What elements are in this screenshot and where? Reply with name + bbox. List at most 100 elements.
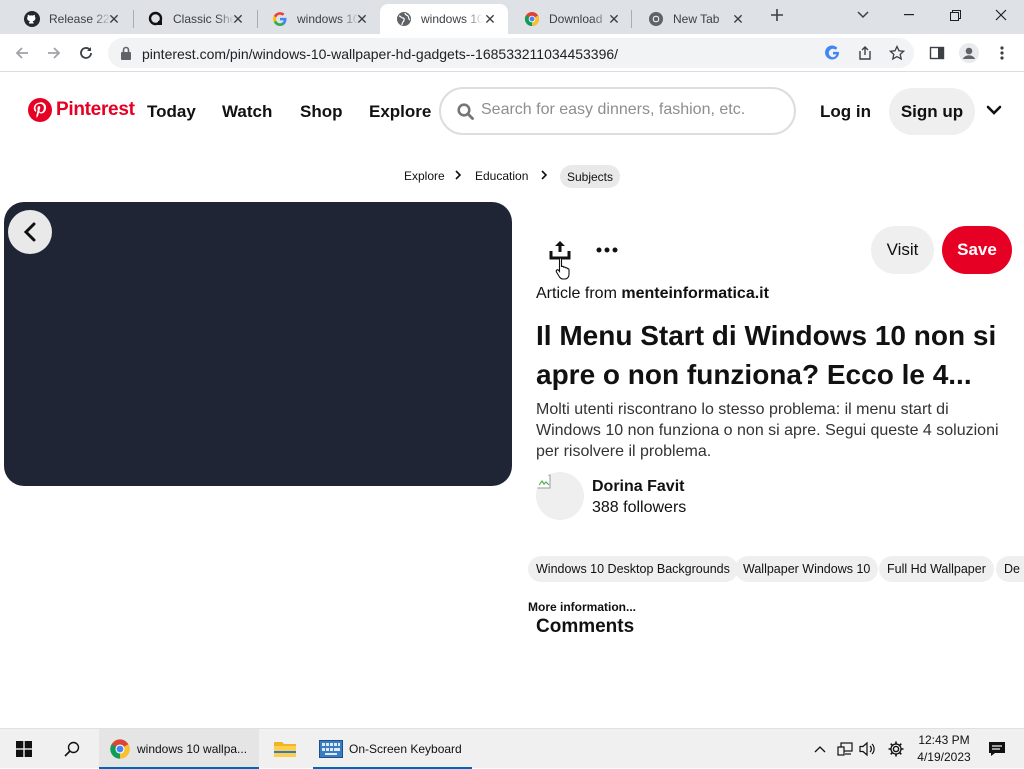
url-text: pinterest.com/pin/windows-10-wallpaper-h… <box>142 46 619 62</box>
back-button[interactable] <box>8 210 52 254</box>
browser-tab-release[interactable]: Release 22.0 ✕ <box>8 4 132 34</box>
browser-tab-strip: Release 22.0 ✕ Classic Shell ✕ windows 1… <box>0 0 1024 34</box>
minimize-window-icon[interactable] <box>886 0 932 30</box>
chevron-right-icon <box>540 170 548 180</box>
broken-image-icon <box>536 474 552 490</box>
google-icon <box>272 11 288 27</box>
more-information-link[interactable]: More information... <box>528 600 636 614</box>
windows-start-icon[interactable] <box>0 729 48 769</box>
pin-image[interactable] <box>4 202 512 486</box>
address-bar[interactable]: pinterest.com/pin/windows-10-wallpaper-h… <box>108 38 914 68</box>
close-tab-icon[interactable]: ✕ <box>106 11 122 27</box>
creator-name[interactable]: Dorina Favit <box>592 478 684 496</box>
nav-today[interactable]: Today <box>147 102 196 122</box>
nav-explore[interactable]: Explore <box>369 102 431 122</box>
tag-chip[interactable]: Full Hd Wallpaper <box>879 556 994 582</box>
keyboard-icon <box>319 740 343 758</box>
search-box[interactable] <box>439 87 796 135</box>
browser-menu-icon[interactable] <box>988 39 1016 67</box>
logo-text: Pinterest <box>56 99 135 120</box>
system-clock[interactable]: 12:43 PM 4/19/2023 <box>912 732 976 766</box>
browser-tab-new-tab[interactable]: New Tab ✕ <box>632 4 756 34</box>
nav-shop[interactable]: Shop <box>300 102 343 122</box>
tray-chevron-up-icon[interactable] <box>810 729 830 769</box>
bookmark-star-icon[interactable] <box>883 39 911 67</box>
close-tab-icon[interactable]: ✕ <box>230 11 246 27</box>
windows-taskbar: windows 10 wallpa... On-Screen Keyboard … <box>0 728 1024 769</box>
taskbar-on-screen-keyboard[interactable]: On-Screen Keyboard <box>313 729 472 769</box>
nav-watch[interactable]: Watch <box>222 102 272 122</box>
article-source-link[interactable]: menteinformatica.it <box>621 285 769 302</box>
classic-shell-icon <box>148 11 164 27</box>
close-tab-icon[interactable]: ✕ <box>606 11 622 27</box>
clock-date: 4/19/2023 <box>917 750 971 764</box>
login-button[interactable]: Log in <box>820 102 871 122</box>
new-tab-icon[interactable] <box>762 0 792 30</box>
google-lens-icon[interactable] <box>819 39 847 67</box>
tag-chip[interactable]: Wallpaper Windows 10 <box>735 556 879 582</box>
side-panel-icon[interactable] <box>923 39 951 67</box>
creator-followers: 388 followers <box>592 499 687 516</box>
network-icon[interactable] <box>834 729 856 769</box>
save-button[interactable]: Save <box>942 226 1012 274</box>
tag-chip[interactable]: Windows 10 Desktop Backgrounds <box>528 556 738 582</box>
forward-arrow-icon[interactable] <box>40 39 68 67</box>
taskbar-chrome-app[interactable]: windows 10 wallpa... <box>99 729 259 769</box>
chrome-icon <box>524 11 540 27</box>
article-source: Article from menteinformatica.it <box>536 285 769 303</box>
search-input[interactable] <box>481 101 781 119</box>
back-arrow-icon[interactable] <box>8 39 36 67</box>
browser-tab-classic-shell[interactable]: Classic Shell ✕ <box>132 4 256 34</box>
more-options-icon[interactable] <box>596 243 620 257</box>
github-icon <box>24 11 40 27</box>
close-tab-icon[interactable]: ✕ <box>482 11 498 27</box>
taskbar-search-icon[interactable] <box>48 729 96 769</box>
comments-heading[interactable]: Comments <box>536 616 634 638</box>
browser-tab-active-pinterest[interactable]: windows 10 ✕ <box>380 4 508 34</box>
tag-chip[interactable]: De <box>996 556 1024 582</box>
lock-icon[interactable] <box>120 46 132 60</box>
search-icon <box>457 103 474 120</box>
taskbar-app-label: windows 10 wallpa... <box>137 742 248 756</box>
chevron-left-icon <box>23 222 37 242</box>
taskbar-file-explorer[interactable] <box>261 729 309 769</box>
browser-tab-download[interactable]: Download ✕ <box>508 4 632 34</box>
tab-title: Classic Shell <box>173 12 235 26</box>
close-window-icon[interactable] <box>978 0 1024 30</box>
tab-title: Release 22.0 <box>49 12 111 26</box>
profile-avatar-icon[interactable] <box>955 39 983 67</box>
pin-description: Molti utenti riscontrano lo stesso probl… <box>536 401 999 460</box>
breadcrumb-explore[interactable]: Explore <box>404 169 445 183</box>
article-from-label: Article from <box>536 285 617 302</box>
visit-button[interactable]: Visit <box>871 226 934 274</box>
breadcrumb-education[interactable]: Education <box>475 169 528 183</box>
volume-icon[interactable] <box>857 729 879 769</box>
taskbar-app-label: On-Screen Keyboard <box>349 742 462 756</box>
browser-toolbar: pinterest.com/pin/windows-10-wallpaper-h… <box>0 34 1024 72</box>
breadcrumb-subjects[interactable]: Subjects <box>560 165 620 188</box>
chevron-down-icon[interactable] <box>986 104 1002 116</box>
signup-button[interactable]: Sign up <box>889 88 975 135</box>
tab-title: Download <box>549 12 603 26</box>
share-icon[interactable] <box>851 39 879 67</box>
browser-tab-google-search[interactable]: windows 10 ✕ <box>256 4 380 34</box>
settings-gear-icon[interactable] <box>884 729 908 769</box>
reload-icon[interactable] <box>72 39 100 67</box>
globe-icon <box>396 11 412 27</box>
chrome-icon <box>648 11 664 27</box>
restore-window-icon[interactable] <box>932 0 978 30</box>
chevron-right-icon <box>454 170 462 180</box>
clock-time: 12:43 PM <box>918 733 970 747</box>
tab-title: windows 10 <box>421 12 483 26</box>
hand-cursor-icon <box>555 256 571 280</box>
tab-title: New Tab <box>673 12 720 26</box>
tab-search-chevron-icon[interactable] <box>840 0 886 30</box>
close-tab-icon[interactable]: ✕ <box>354 11 370 27</box>
pinterest-logo[interactable]: Pinterest <box>28 98 135 122</box>
tab-title: windows 10 <box>297 12 359 26</box>
close-tab-icon[interactable]: ✕ <box>730 11 746 27</box>
chrome-icon <box>109 738 131 760</box>
notifications-icon[interactable] <box>984 729 1010 769</box>
pin-title[interactable]: Il Menu Start di Windows 10 non si apre … <box>536 316 1006 394</box>
creator-avatar[interactable] <box>536 472 584 520</box>
